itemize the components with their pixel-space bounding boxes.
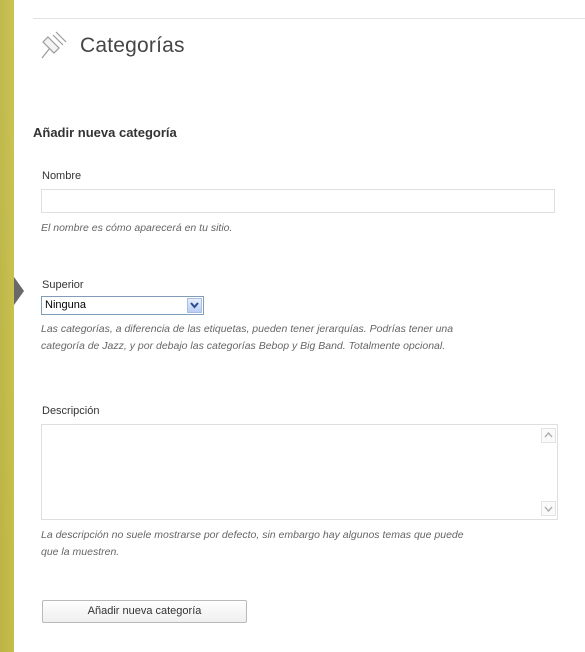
- parent-label: Superior: [42, 279, 84, 291]
- name-label: Nombre: [42, 170, 82, 182]
- description-hint-line2: que la muestren.: [41, 546, 120, 558]
- chevron-down-icon[interactable]: [187, 298, 202, 313]
- description-label: Descripción: [42, 405, 100, 417]
- page-title: Categorías: [80, 34, 185, 57]
- description-textarea[interactable]: [41, 424, 558, 520]
- parent-select[interactable]: Ninguna: [41, 296, 204, 315]
- left-edge: [0, 0, 14, 652]
- form-section-title: Añadir nueva categoría: [33, 125, 177, 140]
- pin-icon: [41, 31, 67, 59]
- name-input[interactable]: [41, 189, 555, 213]
- section-indicator-arrow: [14, 277, 24, 305]
- scroll-up-icon[interactable]: [541, 428, 556, 443]
- description-hint-line1: La descripción no suele mostrarse por de…: [41, 529, 464, 541]
- name-hint: El nombre es cómo aparecerá en tu sitio.: [41, 222, 233, 234]
- scroll-down-icon[interactable]: [541, 501, 556, 516]
- parent-hint-line1: Las categorías, a diferencia de las etiq…: [41, 323, 454, 335]
- parent-hint-line2: categoría de Jazz, y por debajo las cate…: [41, 340, 446, 352]
- top-divider: [33, 18, 585, 19]
- parent-select-value: Ninguna: [45, 299, 86, 311]
- add-category-button[interactable]: Añadir nueva categoría: [42, 600, 247, 623]
